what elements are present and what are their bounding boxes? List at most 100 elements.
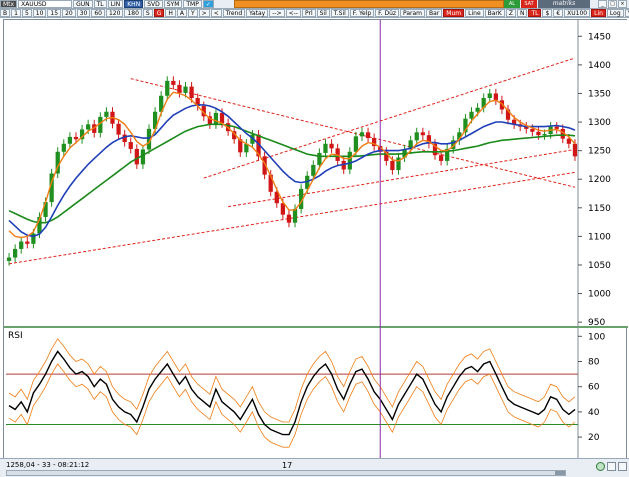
candle-body-3 <box>25 241 30 244</box>
candle-body-9 <box>61 143 66 152</box>
symbol-button[interactable]: SYM <box>163 0 183 8</box>
toolbar-button-9[interactable]: 180 <box>124 9 142 17</box>
toolbar-button-10[interactable]: S <box>142 9 153 17</box>
candle-body-34 <box>213 112 219 125</box>
toolbar-button-16[interactable]: < <box>210 9 222 17</box>
toolbar-button-8[interactable]: 120 <box>105 9 124 17</box>
toolbar-button-22[interactable]: Sil <box>316 9 330 17</box>
toolbar-button-31[interactable]: Z <box>505 9 516 17</box>
candle-body-18 <box>116 123 121 135</box>
candle-body-57 <box>353 136 359 152</box>
channel-button[interactable]: KHN <box>124 0 144 8</box>
toolbar-button-7[interactable]: 60 <box>91 9 105 17</box>
toolbar-button-4[interactable]: 15 <box>47 9 62 17</box>
toolbar-button-11[interactable]: G <box>153 9 165 17</box>
toolbar-button-3[interactable]: 10 <box>32 9 47 17</box>
toolbar-button-34[interactable]: $ <box>542 9 553 17</box>
toolbar-button-23[interactable]: T.Sil <box>330 9 349 17</box>
save-button[interactable]: SVD <box>144 0 163 8</box>
grid-icon[interactable] <box>607 462 616 471</box>
toolbar-button-29[interactable]: Line <box>465 9 484 17</box>
price-chart-svg[interactable]: 1450 1400 1350 1300 1250 1200 1150 1100 1050 1000… <box>4 20 628 460</box>
candle-body-13 <box>86 124 91 130</box>
toolbar-button-37[interactable]: Lin <box>591 9 606 17</box>
toolbar-button-6[interactable]: 30 <box>76 9 91 17</box>
toolbar-button-39[interactable]: Yüz <box>624 9 629 17</box>
maximize-icon[interactable]: □ <box>608 0 617 8</box>
candle-body-51 <box>317 152 322 165</box>
toolbar-button-14[interactable]: Y <box>187 9 198 17</box>
price-tick-label: 1300 <box>588 118 611 128</box>
template-button[interactable]: TMP <box>183 0 202 8</box>
toolbar-button-38[interactable]: Log <box>606 9 624 17</box>
rsi-upper-band <box>8 338 576 423</box>
close-icon[interactable]: × <box>618 0 627 8</box>
candle-body-71 <box>438 155 444 161</box>
cursor-readout: 1258,04 - 33 - 08:21:12 <box>6 461 90 469</box>
toolbar-button-21[interactable]: Prl <box>301 9 316 17</box>
chart-area[interactable]: 1450 1400 1350 1300 1250 1200 1150 1100 1050 1000… <box>3 19 628 460</box>
toolbar-button-33[interactable]: TL <box>528 9 542 17</box>
refresh-icon[interactable] <box>596 462 605 471</box>
candle-body-10 <box>67 136 73 144</box>
candle-body-46 <box>286 214 292 223</box>
candle-body-56 <box>347 151 352 170</box>
toolbar-button-25[interactable]: F. Düz <box>375 9 400 17</box>
toolbar-button-17[interactable]: Trend <box>222 9 246 17</box>
candle-body-47 <box>292 208 298 223</box>
candle-body-52 <box>323 143 328 153</box>
minimize-icon[interactable]: _ <box>598 0 607 8</box>
candle-body-27 <box>171 80 176 85</box>
buy-button[interactable]: AL <box>504 0 520 8</box>
toolbar-button-20[interactable]: <-- <box>285 9 301 17</box>
currency-button[interactable]: TL <box>93 0 107 8</box>
settings-icon[interactable] <box>618 462 627 471</box>
price-tick-label: 1400 <box>588 61 611 71</box>
price-tick-label: 950 <box>588 318 605 328</box>
candle-body-53 <box>329 143 334 149</box>
period-day-button[interactable]: GUN <box>73 0 93 8</box>
candle-body-76 <box>469 111 474 119</box>
rsi-lower-band <box>8 363 576 448</box>
candle-body-87 <box>536 131 541 136</box>
candle-body-68 <box>420 132 425 136</box>
scroll-thumb[interactable] <box>555 471 565 475</box>
price-tick-label: 1200 <box>588 175 611 185</box>
symbol-input[interactable]: XAUUSD <box>18 0 73 8</box>
toolbar-button-28[interactable]: Mum <box>443 9 465 17</box>
menu-button[interactable]: Mtx <box>0 0 18 8</box>
twitter-icon[interactable]: ✓ <box>202 0 214 8</box>
toolbar-button-32[interactable]: N <box>516 9 528 17</box>
horizontal-scrollbar[interactable] <box>6 470 566 476</box>
candle-body-63 <box>390 160 395 171</box>
rsi-tick-label: 80 <box>588 358 600 368</box>
price-tick-label: 1100 <box>588 232 611 242</box>
candle-body-0 <box>6 257 12 261</box>
rsi-tick-label: 20 <box>588 433 600 443</box>
toolbar-button-12[interactable]: H <box>165 9 176 17</box>
toolbar-button-36[interactable]: XU100 <box>564 9 591 17</box>
candle-body-16 <box>104 111 109 117</box>
toolbar-button-2[interactable]: 5 <box>21 9 32 17</box>
toolbar-button-1[interactable]: 1 <box>11 9 21 17</box>
toolbar-button-30[interactable]: BarK <box>484 9 505 17</box>
linear-button[interactable]: LIN <box>107 0 124 8</box>
sell-button[interactable]: SAT <box>521 0 537 8</box>
toolbar-button-0[interactable]: B <box>0 9 11 17</box>
toolbar-button-5[interactable]: 20 <box>62 9 76 17</box>
toolbar-button-27[interactable]: Bar <box>426 9 443 17</box>
toolbar-button-19[interactable]: --> <box>269 9 285 17</box>
toolbar-button-26[interactable]: Param <box>400 9 426 17</box>
price-tick-label: 1050 <box>588 261 611 271</box>
price-tick-label: 1000 <box>588 290 611 300</box>
rsi-tick-label: 60 <box>588 383 600 393</box>
toolbar-button-13[interactable]: A <box>176 9 187 17</box>
toolbar-button-24[interactable]: F. Yelp <box>349 9 375 17</box>
date-marker: 17 <box>282 461 293 470</box>
toolbar-button-15[interactable]: > <box>198 9 210 17</box>
candle-body-58 <box>359 132 365 137</box>
candle-body-21 <box>134 148 139 165</box>
toolbar-button-35[interactable]: € <box>553 9 564 17</box>
candle-body-67 <box>414 132 419 141</box>
toolbar-button-18[interactable]: Yatay <box>246 9 269 17</box>
